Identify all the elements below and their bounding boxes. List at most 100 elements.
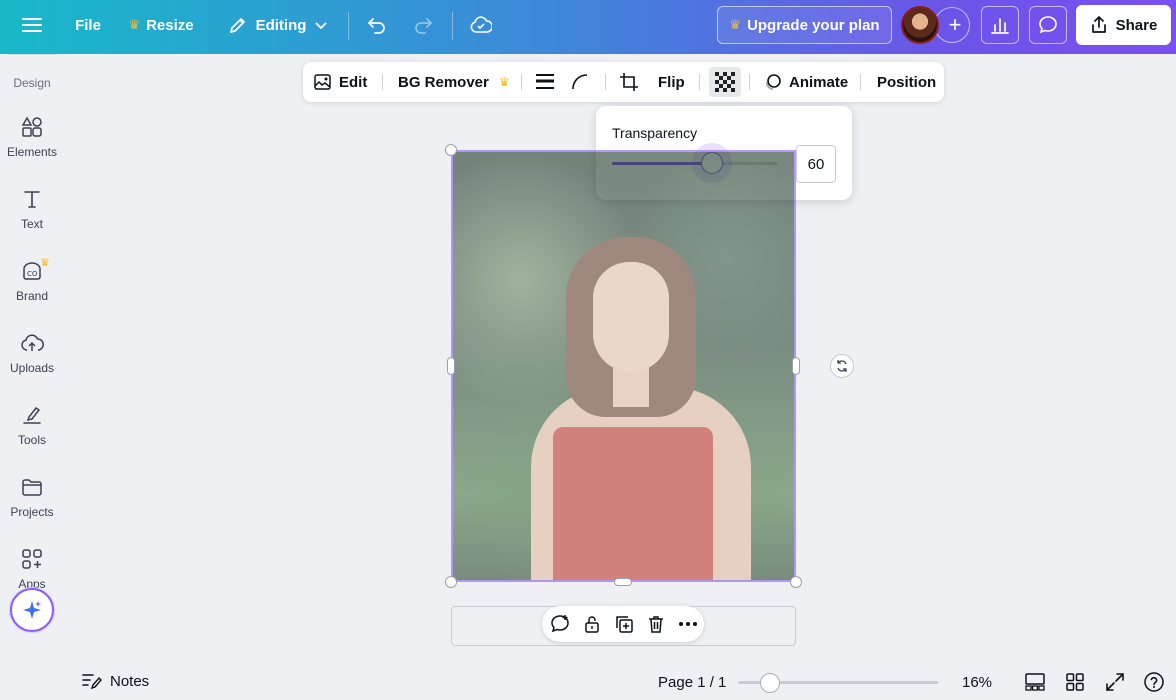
comment-icon [1039, 16, 1057, 34]
animate-label: Animate [789, 73, 849, 91]
crown-icon: ♛ [498, 75, 510, 89]
crop-button[interactable] [619, 62, 639, 102]
divider [605, 74, 606, 90]
notes-label: Notes [110, 672, 150, 690]
image-context-toolbar: Edit BG Remover ♛ Flip Animate Position [303, 62, 944, 102]
insights-button[interactable] [981, 6, 1019, 44]
sidebar-item-label: Text [20, 217, 43, 231]
undo-icon[interactable] [360, 9, 394, 41]
sidebar-item-elements[interactable]: Elements [0, 106, 64, 168]
divider [749, 74, 750, 90]
file-menu[interactable]: File [70, 9, 106, 41]
chevron-down-icon [315, 22, 328, 30]
zoom-slider-handle[interactable] [760, 673, 780, 693]
bg-remover-label: BG Remover [398, 73, 489, 91]
sidebar-item-label: Brand [15, 289, 49, 303]
sidebar-item-tools[interactable]: Tools [0, 394, 64, 456]
resize-button[interactable]: ♛ Resize [124, 9, 198, 41]
crown-icon: ♛ [128, 17, 141, 32]
resize-handle-bottom-left[interactable] [445, 576, 457, 588]
comments-button[interactable] [1029, 6, 1067, 44]
divider [521, 74, 522, 90]
sidebar-item-label: Projects [10, 505, 54, 519]
checkerboard-icon [715, 72, 735, 92]
cloud-saved-icon[interactable] [464, 9, 498, 41]
avatar[interactable] [901, 6, 939, 44]
animate-icon [766, 74, 781, 90]
sidebar-item-label: Uploads [9, 361, 55, 375]
share-button[interactable]: Share [1076, 5, 1171, 45]
transparency-button[interactable] [709, 67, 741, 97]
resize-handle-right[interactable] [792, 357, 800, 375]
upgrade-plan-button[interactable]: ♛ Upgrade your plan [717, 6, 892, 44]
crop-icon [620, 73, 638, 91]
plus-icon: + [948, 12, 962, 37]
upgrade-label: Upgrade your plan [747, 16, 880, 34]
share-label: Share [1115, 16, 1158, 34]
border-style-button[interactable] [535, 62, 555, 102]
position-button[interactable]: Position [877, 62, 936, 102]
projects-icon [22, 479, 42, 496]
divider [8, 54, 56, 55]
border-lines-icon [536, 74, 554, 89]
sparkle-icon [23, 601, 41, 619]
magic-assistant-button[interactable] [10, 588, 54, 632]
crown-icon: ♛ [729, 17, 742, 32]
zoom-level[interactable]: 16% [962, 674, 992, 691]
share-icon [1091, 16, 1106, 33]
resize-handle-bottom-right[interactable] [790, 576, 802, 588]
fullscreen-icon[interactable] [1103, 670, 1127, 694]
svg-text:CO: CO [27, 270, 38, 278]
grid-view-icon[interactable] [1063, 670, 1087, 694]
rotate-handle[interactable] [830, 354, 854, 378]
resize-handle-top-left[interactable] [445, 144, 457, 156]
corner-rounding-button[interactable] [571, 62, 589, 102]
editing-mode-dropdown[interactable]: Editing [218, 9, 338, 41]
divider [452, 12, 453, 40]
divider [860, 74, 861, 90]
sidebar-item-label: Elements [6, 145, 58, 159]
editing-label: Editing [255, 16, 307, 34]
sidebar-item-projects[interactable]: Projects [0, 466, 64, 528]
page-indicator[interactable]: Page 1 / 1 [658, 674, 726, 691]
resize-handle-left[interactable] [447, 357, 455, 375]
page-view-icon[interactable] [1023, 670, 1047, 694]
sidebar-item-text[interactable]: Text [0, 178, 64, 240]
add-comment-icon[interactable] [548, 612, 572, 636]
zoom-slider[interactable] [738, 673, 938, 693]
elements-icon [21, 116, 42, 137]
menu-icon[interactable] [14, 9, 50, 41]
uploads-icon [21, 334, 44, 351]
divider [382, 74, 383, 90]
bottom-bar: Notes Page 1 / 1 16% [64, 664, 1176, 700]
sidebar-item-label: Tools [17, 433, 46, 447]
text-icon [24, 191, 40, 208]
resize-handle-bottom[interactable] [614, 578, 632, 586]
add-collaborator-button[interactable]: + [934, 7, 970, 43]
trash-icon[interactable] [644, 612, 668, 636]
duplicate-icon[interactable] [612, 612, 636, 636]
redo-icon[interactable] [406, 9, 440, 41]
transparency-value-input[interactable]: 60 [796, 145, 836, 183]
sidebar-design-label[interactable]: Design [0, 76, 64, 90]
help-icon[interactable] [1142, 670, 1166, 694]
top-bar: File ♛ Resize Editing ♛ Upgrade your pla… [0, 0, 1176, 54]
photo-face [593, 262, 669, 372]
notes-button[interactable]: Notes [82, 672, 149, 690]
pencil-icon [229, 18, 245, 33]
sidebar-item-uploads[interactable]: Uploads [0, 322, 64, 384]
photo-dress [553, 427, 713, 580]
notes-icon [82, 674, 102, 690]
edit-image-button[interactable]: Edit [313, 62, 367, 102]
sidebar-item-brand[interactable]: ♛ CO Brand [0, 250, 64, 312]
floating-element-toolbar [542, 606, 704, 642]
bg-remover-button[interactable]: BG Remover ♛ [398, 62, 510, 102]
flip-button[interactable]: Flip [658, 62, 685, 102]
canvas-image[interactable] [451, 150, 796, 582]
crown-icon: ♛ [40, 257, 50, 269]
tools-icon [23, 406, 41, 424]
animate-button[interactable]: Animate [763, 62, 848, 102]
lock-icon[interactable] [580, 612, 604, 636]
more-options-icon[interactable] [676, 612, 700, 636]
transparency-title: Transparency [612, 125, 698, 141]
